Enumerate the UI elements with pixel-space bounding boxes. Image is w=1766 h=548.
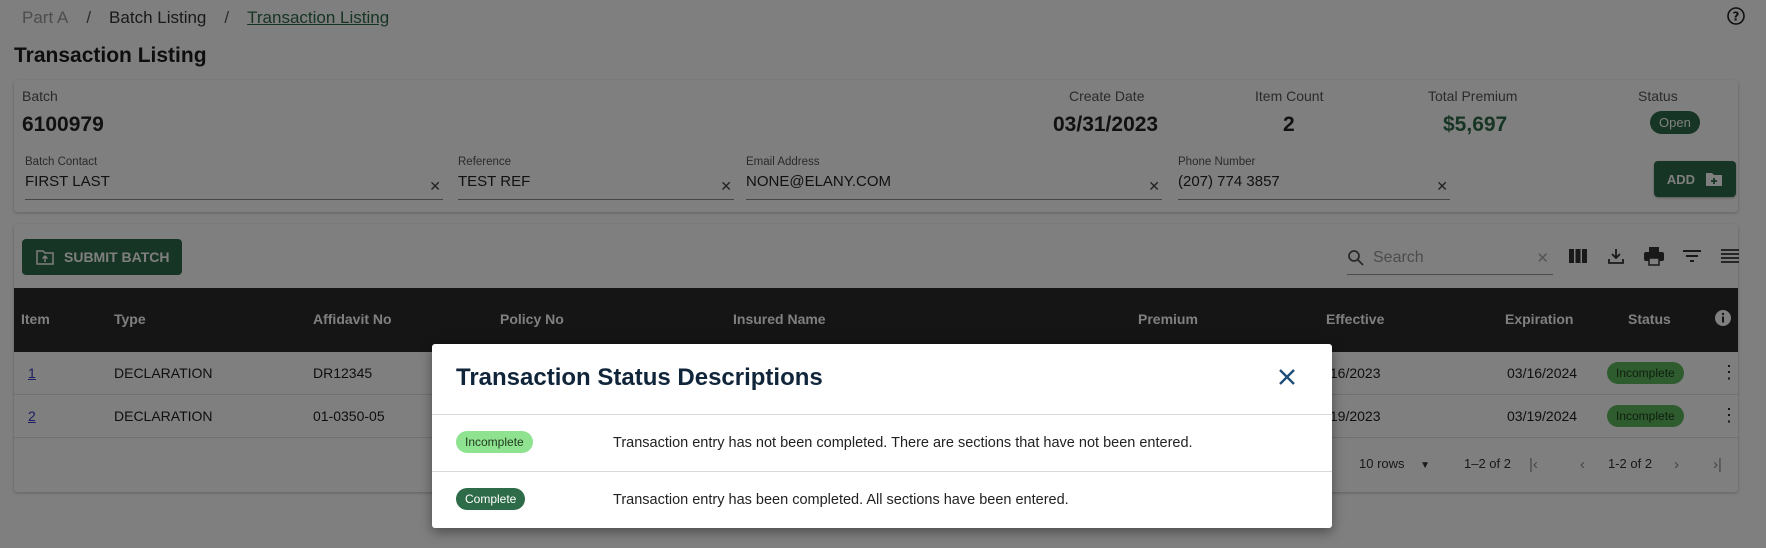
status-description: Transaction entry has been completed. Al… xyxy=(613,492,1069,508)
status-description: Transaction entry has not been completed… xyxy=(613,435,1193,451)
close-icon[interactable] xyxy=(1276,366,1298,388)
dialog-title: Transaction Status Descriptions xyxy=(456,364,823,391)
status-descriptions-dialog: Transaction Status Descriptions Incomple… xyxy=(432,344,1332,528)
status-description-row: Complete Transaction entry has been comp… xyxy=(432,471,1332,528)
status-description-row: Incomplete Transaction entry has not bee… xyxy=(432,414,1332,471)
complete-badge: Complete xyxy=(456,488,526,510)
incomplete-badge: Incomplete xyxy=(456,431,533,453)
